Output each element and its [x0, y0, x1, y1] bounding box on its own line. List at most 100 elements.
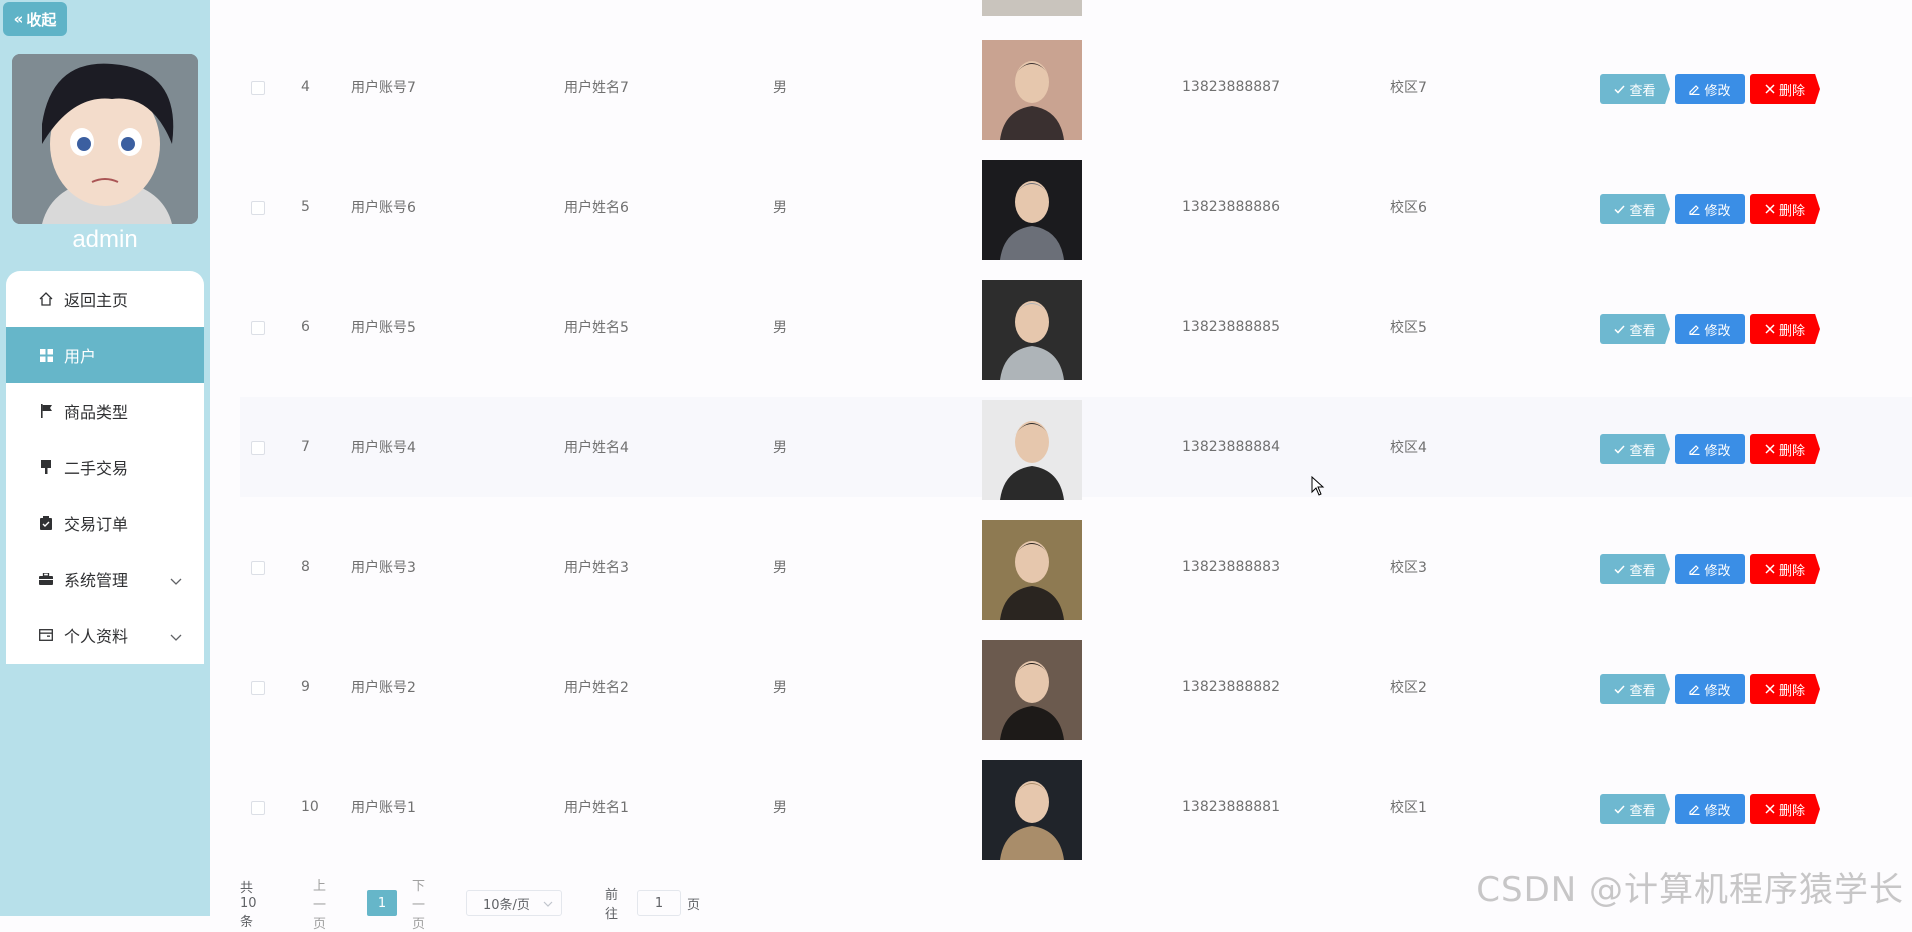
delete-label: 删除 — [1778, 563, 1805, 579]
delete-button[interactable]: 删除 — [1750, 194, 1820, 224]
delete-label: 删除 — [1778, 443, 1805, 459]
edit-icon — [1689, 564, 1700, 575]
row-checkbox[interactable] — [251, 561, 265, 575]
menu-label: 用户 — [64, 347, 97, 366]
menu-item-profile[interactable]: 个人资料 — [6, 607, 204, 663]
table-row[interactable]: 5 用户账号6 用户姓名6 男 13823888886 校区6 查看 修改 删除 — [240, 157, 1912, 260]
user-name: 用户姓名6 — [564, 200, 629, 216]
briefcase-icon — [38, 571, 54, 587]
user-gender: 男 — [773, 680, 787, 696]
user-phone: 13823888887 — [1182, 79, 1280, 95]
edit-button[interactable]: 修改 — [1675, 674, 1745, 704]
user-campus: 校区6 — [1390, 200, 1427, 216]
row-checkbox[interactable] — [251, 801, 265, 815]
delete-button[interactable]: 删除 — [1750, 434, 1820, 464]
user-name: 用户姓名5 — [564, 320, 629, 336]
table-row[interactable]: 6 用户账号5 用户姓名5 男 13823888885 校区5 查看 修改 删除 — [240, 277, 1912, 380]
chevron-down-icon — [543, 897, 553, 912]
user-gender: 男 — [773, 800, 787, 816]
row-checkbox[interactable] — [251, 681, 265, 695]
edit-button[interactable]: 修改 — [1675, 434, 1745, 464]
menu-item-orders[interactable]: 交易订单 — [6, 495, 204, 551]
view-label: 查看 — [1629, 203, 1656, 219]
menu-item-home[interactable]: 返回主页 — [6, 271, 204, 327]
delete-label: 删除 — [1778, 203, 1805, 219]
table-row[interactable]: 4 用户账号7 用户姓名7 男 13823888887 校区7 查看 修改 删除 — [240, 37, 1912, 140]
menu-item-secondhand[interactable]: 二手交易 — [6, 439, 204, 495]
user-photo — [982, 640, 1082, 740]
page-size-select[interactable]: 10条/页 — [466, 890, 562, 916]
view-button[interactable]: 查看 — [1600, 794, 1670, 824]
user-phone: 13823888881 — [1182, 799, 1280, 815]
view-button[interactable]: 查看 — [1600, 674, 1670, 704]
user-campus: 校区5 — [1390, 320, 1427, 336]
row-checkbox[interactable] — [251, 81, 265, 95]
table-row[interactable]: 8 用户账号3 用户姓名3 男 13823888883 校区3 查看 修改 删除 — [240, 517, 1912, 620]
row-checkbox[interactable] — [251, 201, 265, 215]
prev-page-button[interactable]: 上一页 — [313, 879, 326, 932]
view-button[interactable]: 查看 — [1600, 74, 1670, 104]
check-icon — [1614, 804, 1626, 814]
user-campus: 校区3 — [1390, 560, 1427, 576]
close-icon — [1765, 84, 1775, 94]
goto-page-input[interactable]: 1 — [637, 890, 681, 916]
menu-label: 交易订单 — [64, 515, 129, 534]
edit-icon — [1689, 204, 1700, 215]
collapse-button[interactable]: « 收起 — [3, 2, 67, 36]
menu-item-product-type[interactable]: 商品类型 — [6, 383, 204, 439]
menu-item-users[interactable]: 用户 — [6, 327, 204, 383]
username: admin — [72, 226, 138, 253]
page-number-current[interactable]: 1 — [367, 890, 397, 916]
edit-label: 修改 — [1704, 683, 1731, 699]
clipboard-icon — [38, 515, 54, 531]
check-icon — [1614, 324, 1626, 334]
delete-button[interactable]: 删除 — [1750, 74, 1820, 104]
table-row[interactable]: 10 用户账号1 用户姓名1 男 13823888881 校区1 查看 修改 删… — [240, 757, 1912, 860]
delete-button[interactable]: 删除 — [1750, 794, 1820, 824]
next-page-button[interactable]: 下一页 — [412, 879, 425, 932]
user-gender: 男 — [773, 200, 787, 216]
check-icon — [1614, 84, 1626, 94]
user-photo — [982, 520, 1082, 620]
row-checkbox[interactable] — [251, 441, 265, 455]
user-name: 用户姓名4 — [564, 440, 629, 456]
table-row[interactable]: 7 用户账号4 用户姓名4 男 13823888884 校区4 查看 修改 删除 — [240, 397, 1912, 500]
table-row[interactable]: 9 用户账号2 用户姓名2 男 13823888882 校区2 查看 修改 删除 — [240, 637, 1912, 740]
edit-button[interactable]: 修改 — [1675, 314, 1745, 344]
user-account: 用户账号6 — [351, 200, 416, 216]
edit-button[interactable]: 修改 — [1675, 194, 1745, 224]
user-phone: 13823888883 — [1182, 559, 1280, 575]
edit-button[interactable]: 修改 — [1675, 74, 1745, 104]
delete-button[interactable]: 删除 — [1750, 674, 1820, 704]
edit-button[interactable]: 修改 — [1675, 794, 1745, 824]
row-index: 10 — [301, 799, 319, 815]
edit-button[interactable]: 修改 — [1675, 554, 1745, 584]
view-button[interactable]: 查看 — [1600, 314, 1670, 344]
edit-label: 修改 — [1704, 323, 1731, 339]
row-checkbox[interactable] — [251, 321, 265, 335]
delete-label: 删除 — [1778, 683, 1805, 699]
user-account: 用户账号2 — [351, 680, 416, 696]
page-suffix: 页 — [687, 897, 701, 913]
delete-label: 删除 — [1778, 323, 1805, 339]
user-name: 用户姓名7 — [564, 80, 629, 96]
view-button[interactable]: 查看 — [1600, 554, 1670, 584]
edit-label: 修改 — [1704, 563, 1731, 579]
user-photo — [982, 40, 1082, 140]
delete-button[interactable]: 删除 — [1750, 314, 1820, 344]
user-name: 用户姓名3 — [564, 560, 629, 576]
menu-item-system[interactable]: 系统管理 — [6, 551, 204, 607]
user-account: 用户账号7 — [351, 80, 416, 96]
view-button[interactable]: 查看 — [1600, 194, 1670, 224]
edit-icon — [1689, 84, 1700, 95]
edit-label: 修改 — [1704, 83, 1731, 99]
edit-label: 修改 — [1704, 443, 1731, 459]
menu-label: 二手交易 — [64, 459, 129, 478]
edit-label: 修改 — [1704, 803, 1731, 819]
view-button[interactable]: 查看 — [1600, 434, 1670, 464]
user-name: 用户姓名1 — [564, 800, 629, 816]
user-campus: 校区7 — [1390, 80, 1427, 96]
delete-button[interactable]: 删除 — [1750, 554, 1820, 584]
collapse-label: 收起 — [26, 10, 57, 29]
chevron-down-icon — [170, 571, 182, 590]
